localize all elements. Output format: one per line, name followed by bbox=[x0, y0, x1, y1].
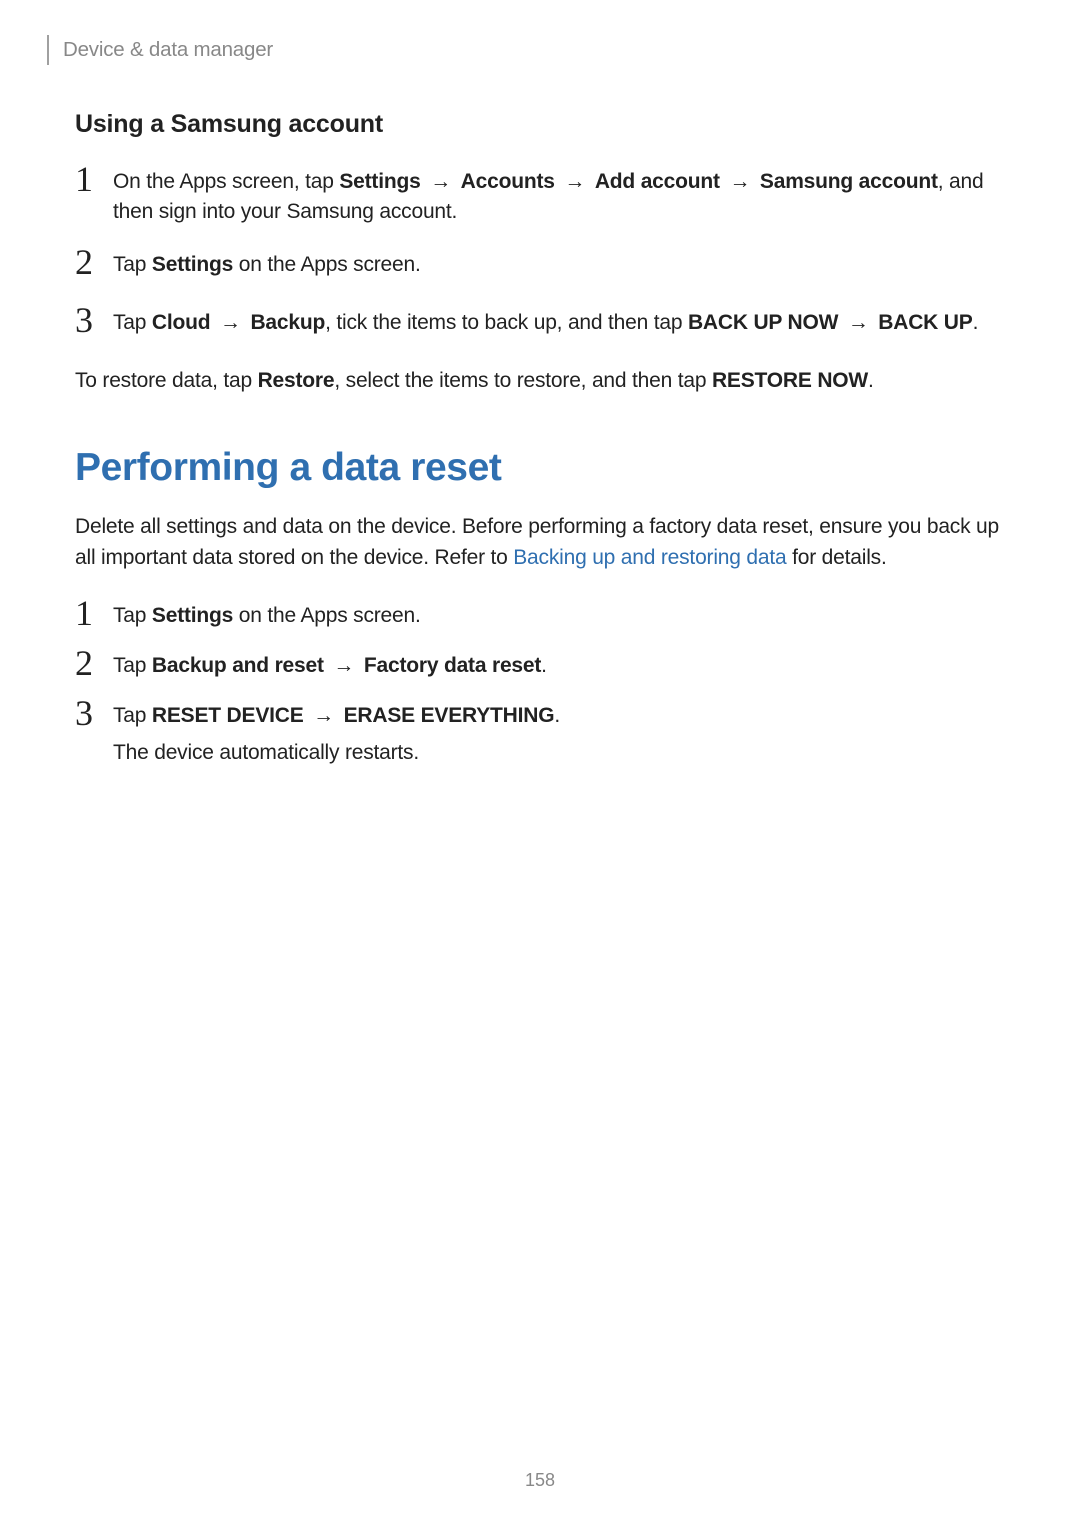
text: on the Apps screen. bbox=[233, 253, 420, 276]
step-body: Tap Settings on the Apps screen. bbox=[113, 601, 1005, 631]
text: Tap bbox=[113, 704, 152, 727]
step-body: Tap Cloud → Backup, tick the items to ba… bbox=[113, 308, 1005, 338]
text: , select the items to restore, and then … bbox=[334, 369, 712, 392]
step-number: 1 bbox=[75, 595, 107, 631]
bold-backup-reset: Backup and reset bbox=[152, 654, 324, 677]
step-body: Tap Settings on the Apps screen. bbox=[113, 250, 1005, 280]
subheading-samsung-account: Using a Samsung account bbox=[75, 110, 1005, 139]
page-number: 158 bbox=[0, 1470, 1080, 1491]
breadcrumb: Device & data manager bbox=[63, 38, 273, 62]
text: on the Apps screen. bbox=[233, 604, 420, 627]
page-container: Device & data manager Using a Samsung ac… bbox=[0, 0, 1080, 1527]
page-header: Device & data manager bbox=[75, 34, 1005, 66]
text: . bbox=[973, 311, 979, 334]
step-body: On the Apps screen, tap Settings → Accou… bbox=[113, 167, 1005, 228]
bold-backup: Backup bbox=[250, 311, 325, 334]
reset-step-3: 3 Tap RESET DEVICE → ERASE EVERYTHING. T… bbox=[75, 701, 1005, 768]
bold-reset-device: RESET DEVICE bbox=[152, 704, 304, 727]
text: Tap bbox=[113, 654, 152, 677]
text: Tap bbox=[113, 311, 152, 334]
text: . bbox=[541, 654, 547, 677]
arrow-icon: → bbox=[324, 654, 364, 677]
bold-restore-now: RESTORE NOW bbox=[712, 369, 868, 392]
bold-backup-now: BACK UP NOW bbox=[688, 311, 838, 334]
step-number: 3 bbox=[75, 695, 107, 731]
restore-paragraph: To restore data, tap Restore, select the… bbox=[75, 366, 1005, 396]
link-backing-up[interactable]: Backing up and restoring data bbox=[513, 546, 786, 569]
bold-factory-reset: Factory data reset bbox=[364, 654, 541, 677]
bold-add-account: Add account bbox=[595, 170, 720, 193]
step-number: 2 bbox=[75, 244, 107, 280]
step-1: 1 On the Apps screen, tap Settings → Acc… bbox=[75, 167, 1005, 228]
text: . bbox=[554, 704, 560, 727]
text: To restore data, tap bbox=[75, 369, 258, 392]
bold-restore: Restore bbox=[258, 369, 335, 392]
bold-accounts: Accounts bbox=[461, 170, 555, 193]
step-aftertext: The device automatically restarts. bbox=[113, 738, 1005, 768]
step-3: 3 Tap Cloud → Backup, tick the items to … bbox=[75, 308, 1005, 344]
text: Tap bbox=[113, 604, 152, 627]
step-2: 2 Tap Settings on the Apps screen. bbox=[75, 250, 1005, 286]
bold-erase-everything: ERASE EVERYTHING bbox=[344, 704, 555, 727]
step-number: 3 bbox=[75, 302, 107, 338]
text: for details. bbox=[786, 546, 886, 569]
step-body: Tap RESET DEVICE → ERASE EVERYTHING. The… bbox=[113, 701, 1005, 768]
bold-samsung-account: Samsung account bbox=[760, 170, 938, 193]
text: , tick the items to back up, and then ta… bbox=[325, 311, 688, 334]
arrow-icon: → bbox=[720, 170, 760, 193]
arrow-icon: → bbox=[838, 311, 878, 334]
arrow-icon: → bbox=[555, 170, 595, 193]
header-accent-bar bbox=[47, 35, 49, 65]
step-number: 1 bbox=[75, 161, 107, 197]
bold-settings: Settings bbox=[152, 604, 233, 627]
intro-paragraph: Delete all settings and data on the devi… bbox=[75, 512, 1005, 573]
step-body: Tap Backup and reset → Factory data rese… bbox=[113, 651, 1005, 681]
arrow-icon: → bbox=[210, 311, 250, 334]
reset-step-1: 1 Tap Settings on the Apps screen. bbox=[75, 601, 1005, 637]
arrow-icon: → bbox=[421, 170, 461, 193]
section-title-data-reset: Performing a data reset bbox=[75, 446, 1005, 490]
reset-step-2: 2 Tap Backup and reset → Factory data re… bbox=[75, 651, 1005, 687]
text: Tap bbox=[113, 253, 152, 276]
text: . bbox=[868, 369, 874, 392]
text: On the Apps screen, tap bbox=[113, 170, 339, 193]
bold-settings: Settings bbox=[339, 170, 420, 193]
step-number: 2 bbox=[75, 645, 107, 681]
bold-cloud: Cloud bbox=[152, 311, 210, 334]
arrow-icon: → bbox=[304, 704, 344, 727]
bold-back-up: BACK UP bbox=[878, 311, 972, 334]
bold-settings: Settings bbox=[152, 253, 233, 276]
